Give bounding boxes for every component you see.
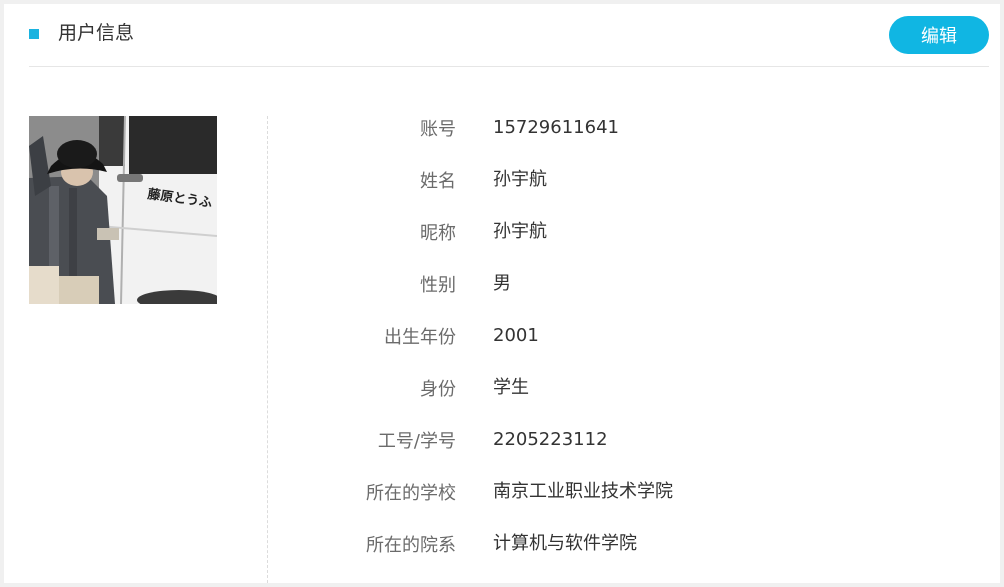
info-row-account: 账号 15729611641 [268, 104, 988, 156]
info-label: 姓名 [420, 171, 456, 192]
edit-button[interactable]: 编辑 [889, 16, 989, 54]
info-value: 孙宇航 [493, 221, 547, 242]
info-value: 2001 [493, 325, 539, 346]
avatar: 藤原とうふ [29, 116, 217, 304]
info-label: 所在的学校 [366, 483, 456, 504]
info-label: 工号/学号 [377, 431, 456, 452]
info-value: 孙宇航 [493, 169, 547, 190]
info-row-birth-year: 出生年份 2001 [268, 312, 988, 364]
info-value: 南京工业职业技术学院 [493, 481, 673, 502]
info-label: 身份 [420, 379, 456, 400]
info-label: 账号 [420, 119, 456, 140]
info-row-nickname: 昵称 孙宇航 [268, 208, 988, 260]
info-row-department: 所在的院系 计算机与软件学院 [268, 520, 988, 572]
info-row-student-id: 工号/学号 2205223112 [268, 416, 988, 468]
info-label: 所在的院系 [366, 535, 456, 556]
info-row-identity: 身份 学生 [268, 364, 988, 416]
info-row-school: 所在的学校 南京工业职业技术学院 [268, 468, 988, 520]
page-title: 用户信息 [58, 22, 135, 44]
user-info-list: 账号 15729611641 姓名 孙宇航 昵称 孙宇航 性别 男 出生年份 2… [268, 104, 988, 572]
info-row-gender: 性别 男 [268, 260, 988, 312]
panel-header: 用户信息 编辑 [29, 4, 989, 67]
info-row-name: 姓名 孙宇航 [268, 156, 988, 208]
info-value: 男 [493, 273, 511, 294]
header-marker-icon [29, 29, 39, 39]
user-info-panel: 用户信息 编辑 藤原とうふ 账号 15729611641 姓名 孙宇航 昵称 孙… [4, 4, 1000, 583]
info-label: 性别 [420, 275, 456, 296]
info-value: 2205223112 [493, 429, 608, 450]
info-value: 计算机与软件学院 [493, 533, 637, 554]
info-value: 15729611641 [493, 117, 619, 138]
info-label: 昵称 [420, 223, 456, 244]
info-value: 学生 [493, 377, 529, 398]
info-label: 出生年份 [384, 327, 456, 348]
avatar-photo: 藤原とうふ [29, 116, 217, 304]
